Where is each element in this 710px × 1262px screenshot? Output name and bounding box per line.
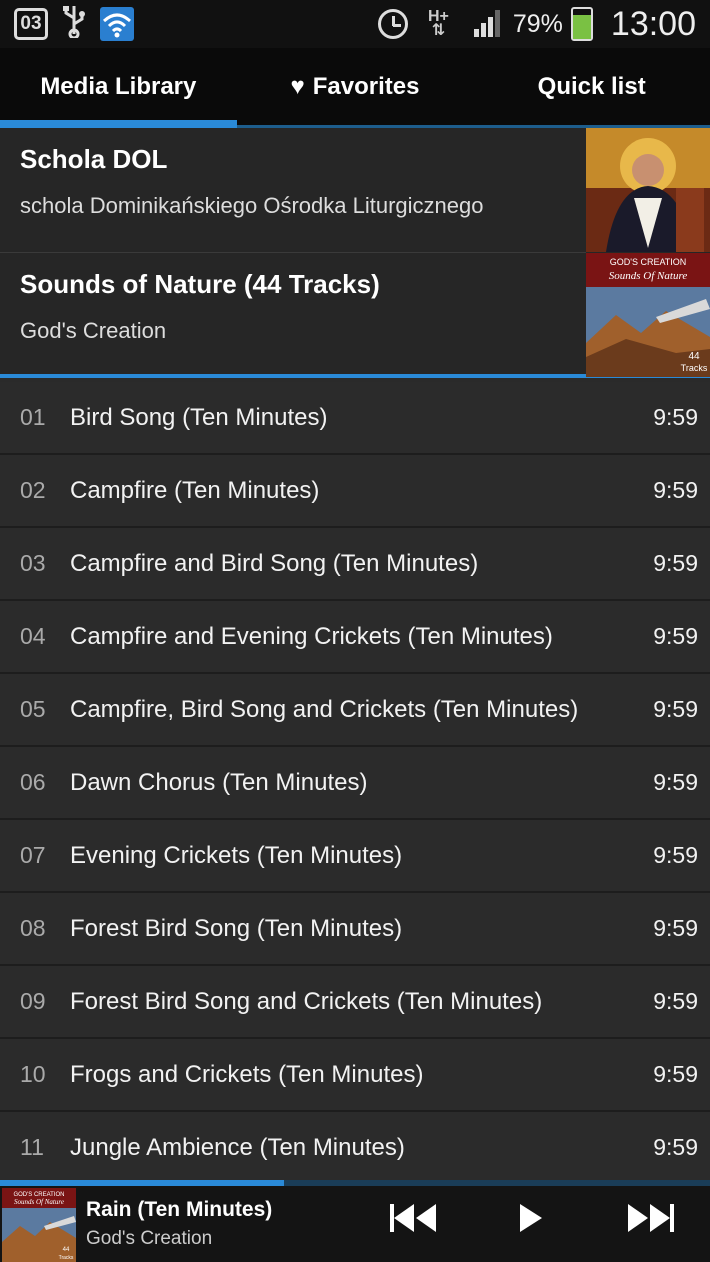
calendar-day: 03 — [20, 13, 42, 34]
signal-icon — [473, 7, 505, 42]
track-title: Campfire and Bird Song (Ten Minutes) — [70, 549, 479, 577]
album-art: GOD'S CREATION Sounds Of Nature 44 Track… — [586, 253, 710, 377]
track-number: 03 — [20, 550, 46, 576]
play-icon — [520, 1204, 542, 1232]
tab-label: Quick list — [537, 72, 646, 100]
art-label: Tracks — [59, 1255, 74, 1261]
track-number: 11 — [20, 1134, 44, 1160]
art-label: 44 — [63, 1247, 70, 1253]
play-button[interactable] — [518, 1202, 544, 1234]
track-row[interactable]: 02 Campfire (Ten Minutes) 9:59 — [0, 455, 710, 528]
track-duration: 9:59 — [653, 1134, 698, 1160]
track-title: Forest Bird Song (Ten Minutes) — [70, 914, 403, 942]
track-row[interactable]: 01 Bird Song (Ten Minutes) 9:59 — [0, 382, 710, 455]
art-label: Tracks — [681, 363, 708, 373]
track-duration: 9:59 — [653, 769, 698, 795]
art-label: Sounds Of Nature — [14, 1198, 64, 1206]
track-row[interactable]: 10 Frogs and Crickets (Ten Minutes) 9:59 — [0, 1039, 710, 1112]
tab-label: Media Library — [40, 72, 197, 100]
tab-favorites[interactable]: ♥ Favorites — [237, 48, 474, 125]
previous-button[interactable] — [390, 1202, 438, 1234]
track-duration: 9:59 — [653, 477, 698, 503]
track-title: Campfire and Evening Crickets (Ten Minut… — [70, 622, 553, 650]
track-row[interactable]: 03 Campfire and Bird Song (Ten Minutes) 9:… — [0, 528, 710, 601]
battery-level-fill — [572, 15, 591, 39]
track-duration: 9:59 — [653, 915, 698, 941]
art-label: GOD'S CREATION — [610, 257, 687, 267]
art-label: Sounds Of Nature — [609, 270, 688, 282]
track-row[interactable]: 05 Campfire, Bird Song and Crickets (Ten … — [0, 674, 710, 747]
skip-previous-icon — [390, 1204, 436, 1232]
album-item[interactable]: Sounds of Nature (44 Tracks) God's Creat… — [0, 253, 710, 378]
battery-icon — [570, 7, 593, 41]
tab-bar: Media Library ♥ Favorites Quick list — [0, 48, 710, 128]
album-art — [586, 128, 710, 252]
track-row[interactable]: 09 Forest Bird Song and Crickets (Ten Min… — [0, 966, 710, 1039]
track-title: Jungle Ambience (Ten Minutes) — [70, 1133, 405, 1161]
tab-label: Favorites — [312, 72, 420, 100]
track-title: Campfire, Bird Song and Crickets (Ten Mi… — [70, 695, 579, 723]
track-number: 10 — [20, 1061, 46, 1087]
now-playing-art: GOD'S CREATION Sounds Of Nature 44 Track… — [2, 1188, 76, 1262]
calendar-icon: 03 — [14, 8, 48, 40]
track-duration: 9:59 — [653, 550, 698, 576]
clock: 13:00 — [610, 4, 696, 43]
skip-next-icon — [628, 1204, 674, 1232]
track-duration: 9:59 — [653, 1061, 698, 1087]
album-title: Sounds of Nature (44 Tracks) — [20, 269, 380, 299]
album-subtitle: God's Creation — [20, 318, 167, 343]
track-title: Evening Crickets (Ten Minutes) — [70, 841, 403, 869]
now-playing-artist: God's Creation — [86, 1228, 213, 1249]
wifi-icon — [100, 7, 134, 41]
track-duration: 9:59 — [653, 696, 698, 722]
network-type: H+ — [427, 8, 449, 25]
track-title: Bird Song (Ten Minutes) — [70, 403, 328, 431]
now-playing-title: Rain (Ten Minutes) — [86, 1198, 273, 1221]
art-label: 44 — [688, 351, 700, 362]
track-title: Forest Bird Song and Crickets (Ten Minut… — [70, 987, 543, 1015]
track-number: 06 — [20, 769, 46, 795]
track-list: 01 Bird Song (Ten Minutes) 9:59 02 Campfire… — [0, 382, 710, 1185]
track-number: 01 — [20, 404, 46, 430]
track-title: Campfire (Ten Minutes) — [70, 476, 320, 504]
battery-percent: 79% — [512, 9, 563, 38]
track-row[interactable]: 08 Forest Bird Song (Ten Minutes) 9:59 — [0, 893, 710, 966]
track-row[interactable]: 06 Dawn Chorus (Ten Minutes) 9:59 — [0, 747, 710, 820]
tab-media-library[interactable]: Media Library — [0, 48, 237, 128]
album-item[interactable]: Schola DOL schola Dominikańskiego Ośrodk… — [0, 128, 710, 253]
track-duration: 9:59 — [653, 623, 698, 649]
album-subtitle: schola Dominikańskiego Ośrodka Liturgicz… — [20, 193, 484, 218]
track-number: 09 — [20, 988, 46, 1014]
track-row[interactable]: 07 Evening Crickets (Ten Minutes) 9:59 — [0, 820, 710, 893]
track-number: 07 — [20, 842, 46, 868]
now-playing-bar[interactable]: GOD'S CREATION Sounds Of Nature 44 Track… — [0, 1180, 710, 1262]
tab-quick-list[interactable]: Quick list — [473, 48, 710, 125]
track-duration: 9:59 — [653, 404, 698, 430]
track-number: 04 — [20, 623, 46, 649]
alarm-icon — [377, 9, 408, 39]
status-bar: 03 H+ ⇅ 79% 13:00 — [0, 0, 710, 48]
track-duration: 9:59 — [653, 842, 698, 868]
track-number: 05 — [20, 696, 46, 722]
track-row[interactable]: 04 Campfire and Evening Crickets (Ten Min… — [0, 601, 710, 674]
track-duration: 9:59 — [653, 988, 698, 1014]
track-title: Dawn Chorus (Ten Minutes) — [70, 768, 368, 796]
playback-progress[interactable] — [0, 1180, 710, 1186]
network-type-indicator: H+ ⇅ — [427, 8, 449, 39]
progress-fill — [0, 1180, 284, 1186]
album-title: Schola DOL — [20, 144, 168, 174]
track-number: 02 — [20, 477, 46, 503]
heart-icon: ♥ — [290, 72, 305, 100]
track-title: Frogs and Crickets (Ten Minutes) — [70, 1060, 424, 1088]
track-number: 08 — [20, 915, 46, 941]
next-button[interactable] — [626, 1202, 674, 1234]
track-row[interactable]: 11 Jungle Ambience (Ten Minutes) 9:59 — [0, 1112, 710, 1185]
usb-icon — [62, 4, 86, 45]
